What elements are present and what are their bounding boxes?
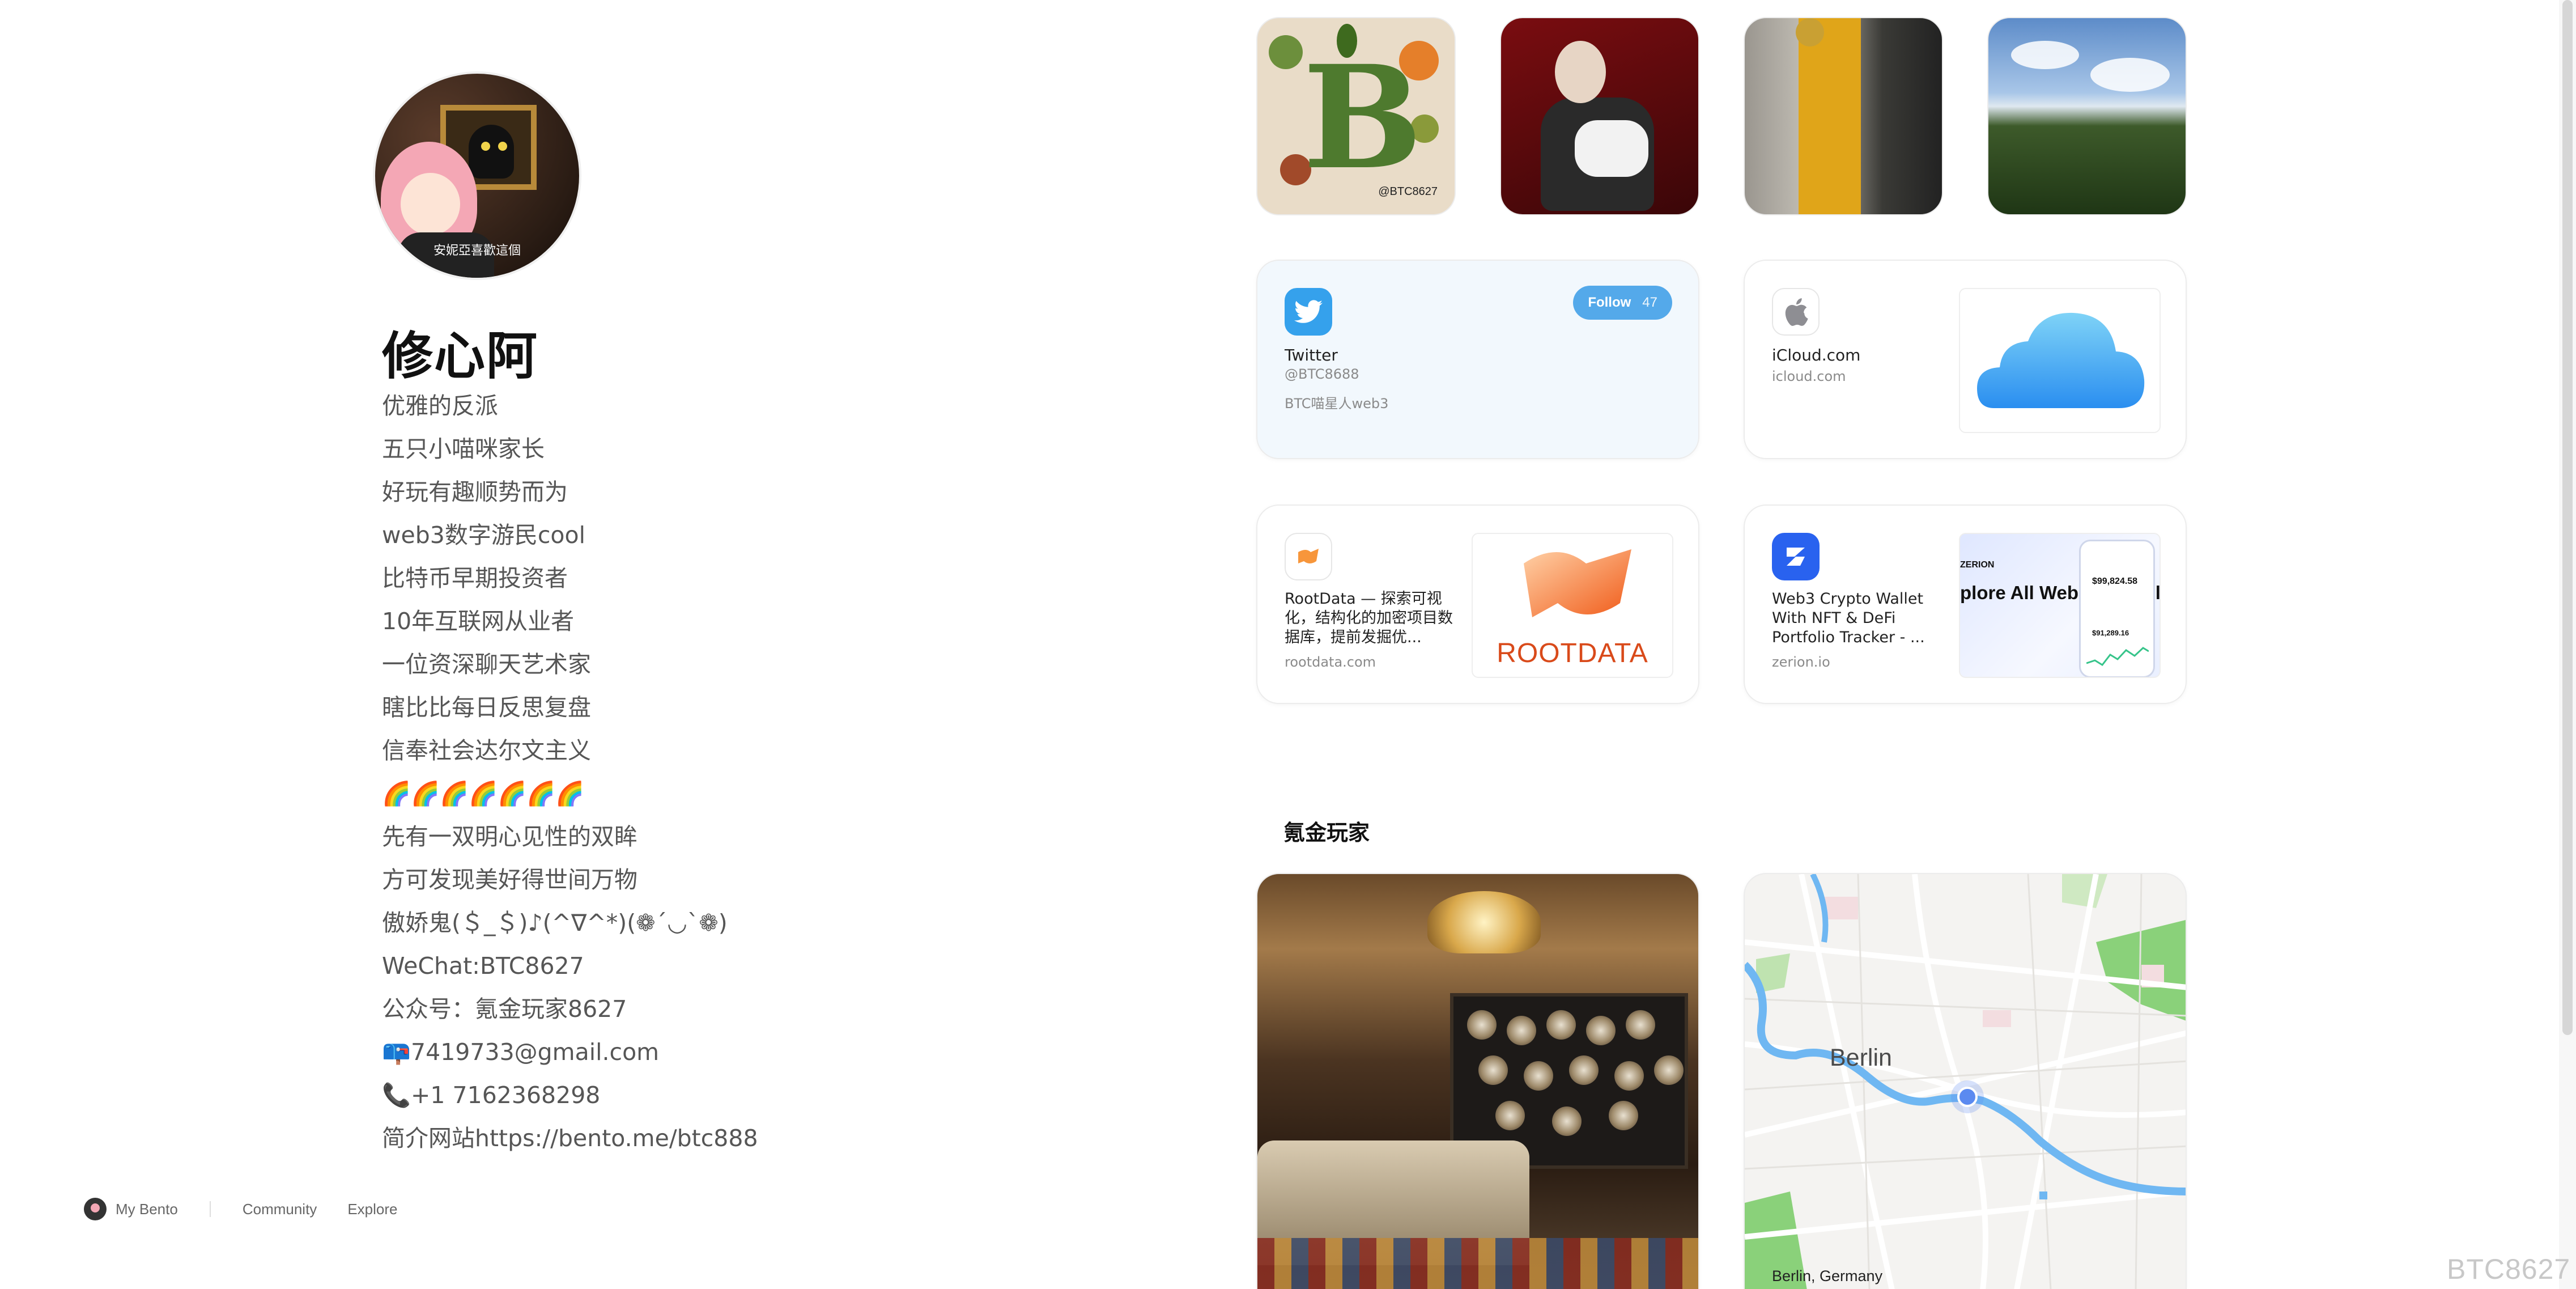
footer-divider: [209, 1201, 211, 1217]
profile-name: 修心阿: [382, 327, 538, 386]
bio-line: 傲娇鬼(＄_＄)♪(^∇^*)(❁´◡`❁): [382, 909, 728, 936]
rootdata-icon: [1285, 533, 1332, 580]
map-card[interactable]: Berlin Berlin, Germany: [1744, 873, 2187, 1289]
zerion-thumb-balance-secondary: $91,289.16: [2092, 629, 2129, 637]
chandelier-art: [1427, 891, 1541, 953]
watermark: BTC8627: [2447, 1253, 2571, 1285]
map-location-label: Berlin, Germany: [1772, 1267, 1883, 1284]
bio-line-wechat: WeChat:BTC8627: [382, 952, 584, 980]
bio-line: web3数字游民cool: [382, 521, 585, 549]
rug-art: [1257, 1238, 1698, 1289]
icloud-card[interactable]: iCloud.com icloud.com: [1744, 260, 2187, 459]
bio-line-rainbows: 🌈🌈🌈🌈🌈🌈🌈: [382, 780, 585, 807]
my-bento-link[interactable]: My Bento: [116, 1201, 178, 1218]
map-city-label: Berlin: [1830, 1044, 1892, 1071]
section-title: 氪金玩家: [1283, 820, 1370, 845]
bio-line: 10年互联网从业者: [382, 608, 575, 635]
zerion-thumb-brand: ZERION: [1960, 560, 1995, 570]
twitter-description: BTC喵星人web3: [1285, 396, 1389, 412]
twitter-bird-icon: [1285, 288, 1332, 336]
twitter-handle: @BTC8688: [1285, 366, 1359, 382]
b-letter-art: B: [1303, 34, 1423, 201]
profile-avatar: 安妮亞喜歡這個: [373, 71, 581, 280]
zerion-card[interactable]: Web3 Crypto Wallet With NFT & DeFi Portf…: [1744, 504, 2187, 704]
apple-icon: [1772, 288, 1820, 336]
twitter-title: Twitter: [1285, 346, 1338, 364]
rootdata-wordmark: ROOTDATA: [1497, 638, 1648, 668]
bio-line-email: 📪7419733@gmail.com: [382, 1038, 660, 1066]
twitter-card[interactable]: Follow 47 Twitter @BTC8688 BTC喵星人web3: [1256, 260, 1699, 459]
icloud-cloud-icon: [1977, 312, 2145, 408]
rootdata-card[interactable]: RootData — 探索可视化，结构化的加密项目数据库，提前发掘优... ro…: [1256, 504, 1699, 704]
page-scrollbar[interactable]: [2559, 0, 2576, 1289]
rootdata-domain: rootdata.com: [1285, 654, 1376, 670]
image-card-bedroom[interactable]: [1256, 873, 1699, 1289]
bio-line: 一位资深聊天艺术家: [382, 651, 591, 678]
profile-bio: 优雅的反派 五只小喵咪家长 好玩有趣顺势而为 web3数字游民cool 比特币早…: [382, 389, 892, 1164]
map-location-pin-icon: [1951, 1080, 1984, 1113]
image-tile-btc-leaves[interactable]: B @BTC8627: [1256, 17, 1456, 215]
footer-nav: My Bento Community Explore: [84, 1198, 428, 1220]
bio-line: 先有一双明心见性的双眸: [382, 823, 637, 850]
scrollbar-thumb[interactable]: [2562, 0, 2573, 1035]
zerion-preview: ZERION plore All Web3 In ne Place $99,82…: [1959, 533, 2161, 678]
zerion-domain: zerion.io: [1772, 654, 1830, 670]
bio-line: 方可发现美好得世间万物: [382, 866, 637, 893]
zerion-thumb-balance: $99,824.58: [2092, 576, 2138, 586]
zerion-thumb-headline: plore All Web3 In ne Place: [1960, 582, 2160, 603]
image-tile-landscape[interactable]: [1987, 17, 2187, 215]
zerion-phone-mockup: $99,824.58 $91,289.16: [2079, 540, 2155, 677]
image-tile-banner[interactable]: [1744, 17, 1943, 215]
avatar-caption: 安妮亞喜歡這個: [433, 244, 521, 258]
zerion-icon: [1772, 533, 1820, 580]
rootdata-flag-logo: [1524, 549, 1631, 617]
rootdata-preview: ROOTDATA: [1472, 533, 1673, 678]
image-tile-illustration[interactable]: [1500, 17, 1699, 215]
explore-link[interactable]: Explore: [347, 1201, 397, 1218]
follow-label: Follow: [1588, 295, 1631, 310]
icloud-domain: icloud.com: [1772, 368, 1846, 384]
bio-line: 好玩有趣顺势而为: [382, 478, 568, 506]
bio-line: 五只小喵咪家长: [382, 435, 545, 463]
bio-line: 比特币早期投资者: [382, 565, 568, 592]
bio-line: 信奉社会达尔文主义: [382, 737, 591, 764]
tile-watermark: @BTC8627: [1378, 185, 1438, 198]
bio-line: 优雅的反派: [382, 392, 498, 419]
bio-line-phone: 📞+1 7162368298: [382, 1082, 601, 1109]
bio-line-website: 简介网站https://bento.me/btc888: [382, 1125, 758, 1152]
bio-line: 瞎比比每日反思复盘: [382, 694, 591, 721]
icloud-title: iCloud.com: [1772, 346, 1861, 364]
community-link[interactable]: Community: [243, 1201, 317, 1218]
follower-count: 47: [1642, 295, 1657, 310]
zerion-title: Web3 Crypto Wallet With NFT & DeFi Portf…: [1772, 590, 1925, 646]
rootdata-title: RootData — 探索可视化，结构化的加密项目数据库，提前发掘优...: [1285, 590, 1453, 646]
bio-line-official-account: 公众号：氪金玩家8627: [382, 995, 627, 1023]
icloud-preview: [1959, 288, 2161, 433]
my-bento-avatar[interactable]: [84, 1198, 107, 1220]
zerion-chart-line: [2086, 647, 2149, 666]
follow-button[interactable]: Follow 47: [1573, 286, 1672, 320]
